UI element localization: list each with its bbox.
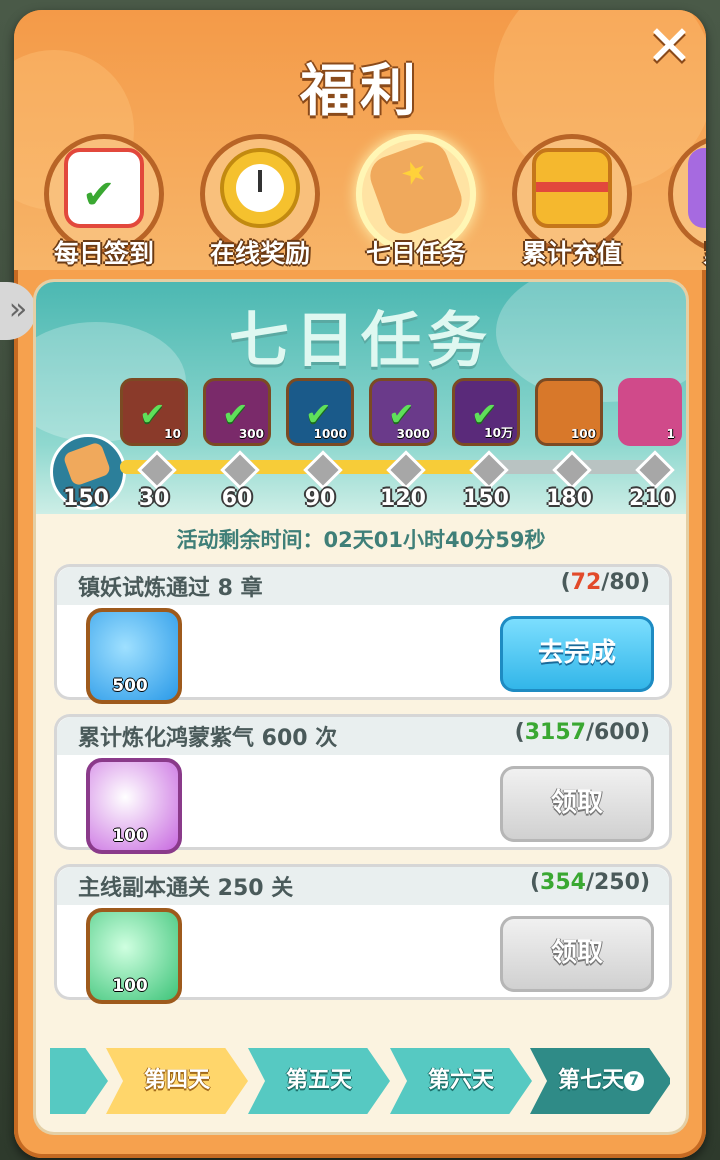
day-tab-fifth[interactable]: 第五天 — [248, 1048, 390, 1114]
day-selector: 天 第四天 第五天 第六天 第七天7 — [50, 1046, 670, 1116]
milestone-marker — [635, 450, 675, 490]
milestone-marker — [552, 450, 592, 490]
milestone-marker — [303, 450, 343, 490]
close-icon[interactable]: ✕ — [646, 19, 693, 75]
claim-button[interactable]: 领取 — [500, 766, 654, 842]
reward-blue-orb[interactable]: ✔ 1000 — [286, 378, 354, 446]
milestone-label: 180 — [546, 486, 592, 511]
reward-grass[interactable]: ✔ 10万 — [452, 378, 520, 446]
task-card: 累计炼化鸿蒙紫气 600 次 (3157/600) 100 领取 — [54, 714, 672, 854]
reward-purple-horn[interactable]: ✔ 300 — [203, 378, 271, 446]
tab-label: 累计 — [656, 234, 706, 270]
current-points: 150 — [63, 486, 109, 511]
gift-chest-icon — [532, 148, 612, 228]
milestone-marker — [137, 450, 177, 490]
stopwatch-icon — [220, 148, 300, 228]
task-progress: (72/80) — [560, 570, 650, 595]
timer-value: 02天01小时40分59秒 — [323, 528, 546, 552]
milestone-label: 120 — [380, 486, 426, 511]
timer-label: 活动剩余时间： — [176, 528, 324, 552]
claim-button[interactable]: 领取 — [500, 916, 654, 992]
check-icon: ✔ — [139, 395, 166, 433]
milestone-marker — [386, 450, 426, 490]
progress-current: 72 — [570, 570, 602, 595]
tab-label: 七日任务 — [365, 239, 466, 268]
day-tab-third[interactable]: 天 — [50, 1048, 108, 1114]
panel-title: 福利 — [300, 59, 420, 124]
task-name: 镇妖试炼通过 8 章 — [78, 576, 263, 601]
gift-box-icon — [688, 148, 706, 228]
progress-target: 250 — [594, 870, 640, 895]
progress-current: 354 — [540, 870, 586, 895]
tab-label: 在线奖励 — [209, 239, 310, 268]
day-tab-seventh[interactable]: 第七天 7 — [530, 1048, 670, 1114]
milestone-label: 150 — [463, 486, 509, 511]
scroll-icon — [62, 441, 112, 487]
chevron-right-icon: » — [8, 292, 28, 327]
milestone-label: 30 — [138, 486, 170, 511]
item-qty: 100 — [112, 826, 148, 846]
milestone-rewards: ✔ 10 ✔ 300 ✔ 1000 ✔ 3000 ✔ 10万 100 1 — [120, 378, 686, 448]
calendar-icon: ✔ — [64, 148, 144, 228]
go-complete-button[interactable]: 去完成 — [500, 616, 654, 692]
tab-label: 累计充值 — [521, 239, 622, 268]
milestone-label: 60 — [221, 486, 253, 511]
milestone-label: 90 — [304, 486, 336, 511]
task-progress: (354/250) — [529, 870, 650, 895]
progress-current: 3157 — [524, 720, 586, 745]
tab-daily-signin[interactable]: ✔ 每日签到 — [32, 130, 176, 270]
milestone-label: 210 — [629, 486, 675, 511]
reward-qty: 300 — [238, 427, 264, 441]
task-banner: 七日任务 ✔ 10 ✔ 300 ✔ 1000 ✔ 3000 ✔ 10万 100 … — [36, 282, 686, 514]
day-label: 第七天 — [557, 1068, 624, 1093]
task-progress: (3157/600) — [514, 720, 650, 745]
tab-bar: ✔ 每日签到 在线奖励 ★ 七日任务 累计充值 — [32, 130, 706, 270]
reward-qty: 1 — [666, 427, 675, 441]
reward-fox-spirit[interactable]: 1 — [618, 378, 682, 446]
milestone-marker — [469, 450, 509, 490]
task-name: 主线副本通关 250 关 — [78, 876, 294, 901]
reward-qty: 1000 — [313, 427, 347, 441]
lock-badge-icon: 7 — [624, 1071, 644, 1091]
reward-qty: 3000 — [396, 427, 430, 441]
task-name: 累计炼化鸿蒙紫气 600 次 — [78, 726, 338, 751]
item-qty: 500 — [112, 676, 148, 696]
reward-treasure-chest[interactable]: 100 — [535, 378, 603, 446]
panel-header: 福利 ✕ ✔ 每日签到 在线奖励 ★ 七日任务 累计充值 — [14, 10, 706, 270]
banner-title: 七日任务 — [229, 306, 493, 376]
tab-cumulative-recharge[interactable]: 累计充值 — [500, 130, 644, 270]
reward-qty: 10万 — [484, 426, 513, 440]
day-tab-sixth[interactable]: 第六天 — [390, 1048, 532, 1114]
tab-cumulative-more[interactable]: 累计 — [656, 130, 706, 270]
milestone-marker — [220, 450, 260, 490]
reward-demon-horn[interactable]: ✔ 10 — [120, 378, 188, 446]
reward-green-fruit[interactable]: ✔ 3000 — [369, 378, 437, 446]
item-qty: 100 — [112, 976, 148, 996]
tab-online-reward[interactable]: 在线奖励 — [188, 130, 332, 270]
tab-label: 每日签到 — [53, 239, 154, 268]
reward-qty: 10 — [164, 427, 181, 441]
task-card: 镇妖试炼通过 8 章 (72/80) 500 去完成 — [54, 564, 672, 704]
tab-seven-day-tasks[interactable]: ★ 七日任务 — [344, 130, 488, 270]
reward-qty: 100 — [570, 427, 596, 441]
day-tab-fourth[interactable]: 第四天 — [106, 1048, 248, 1114]
progress-target: 80 — [609, 570, 640, 595]
progress-target: 600 — [594, 720, 640, 745]
task-card: 主线副本通关 250 关 (354/250) 100 领取 — [54, 864, 672, 1004]
seven-day-tasks-content: 七日任务 ✔ 10 ✔ 300 ✔ 1000 ✔ 3000 ✔ 10万 100 … — [36, 282, 686, 1132]
activity-timer: 活动剩余时间：02天01小时40分59秒 — [36, 524, 686, 554]
